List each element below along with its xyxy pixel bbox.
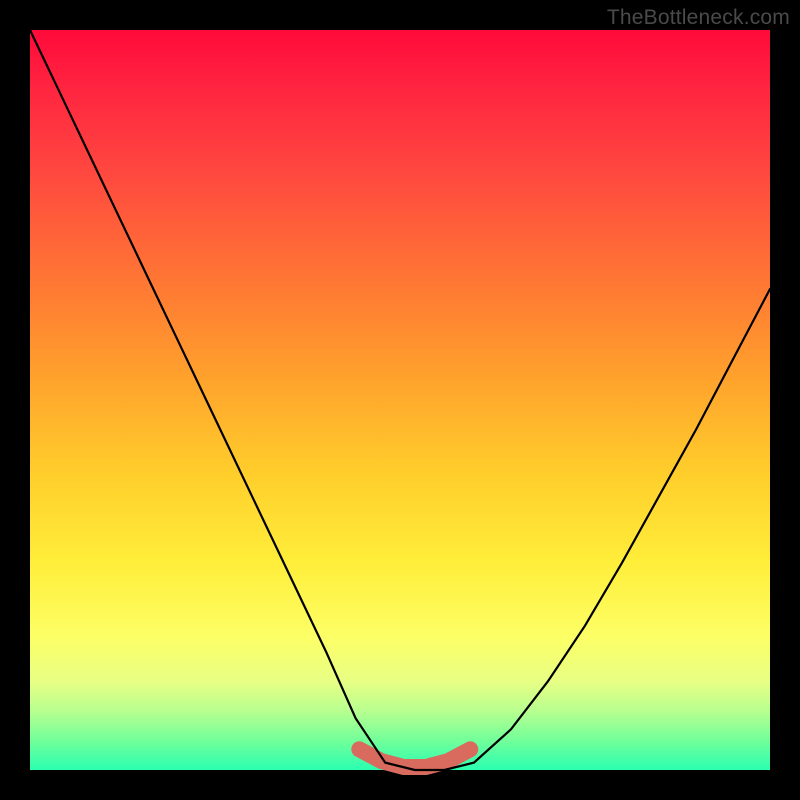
optimal-range-highlight xyxy=(359,749,470,767)
chart-frame: TheBottleneck.com xyxy=(0,0,800,800)
plot-area xyxy=(30,30,770,770)
chart-svg xyxy=(30,30,770,770)
bottleneck-curve xyxy=(30,30,770,770)
watermark-text: TheBottleneck.com xyxy=(607,6,790,30)
